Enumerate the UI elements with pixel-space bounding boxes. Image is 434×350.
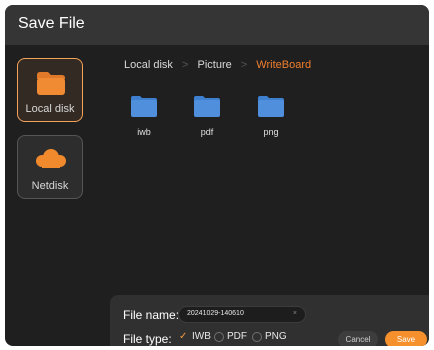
- breadcrumb-separator-icon: >: [181, 59, 189, 71]
- filename-label: File name:: [123, 308, 180, 322]
- checkmark-icon: ✓: [179, 331, 188, 342]
- breadcrumb-item-picture[interactable]: Picture: [197, 59, 231, 71]
- breadcrumb-current: WriteBoard: [256, 59, 312, 71]
- breadcrumb-item-local-disk[interactable]: Local disk: [124, 59, 173, 71]
- sidebar-item-label: Local disk: [25, 103, 75, 115]
- filename-input[interactable]: 20241029-140610 ×: [178, 306, 306, 323]
- sidebar-item-local-disk[interactable]: Local disk: [17, 58, 83, 122]
- filename-value: 20241029-140610: [187, 310, 244, 317]
- folder-item-png[interactable]: png: [251, 95, 291, 151]
- radio-icon: [214, 332, 224, 342]
- radio-icon: [252, 332, 262, 342]
- cancel-button[interactable]: Cancel: [338, 331, 378, 346]
- folder-icon: [194, 96, 220, 117]
- sidebar-item-netdisk[interactable]: Netdisk: [17, 135, 83, 199]
- sidebar-item-label: Netdisk: [31, 180, 69, 192]
- cloud-icon: [33, 148, 69, 175]
- breadcrumb-separator-icon: >: [240, 59, 248, 71]
- breadcrumb: Local disk > Picture > WriteBoard: [124, 59, 311, 71]
- folder-icon: [131, 96, 157, 117]
- clear-icon[interactable]: ×: [293, 310, 297, 317]
- folder-icon: [258, 96, 284, 117]
- save-file-dialog: Save File Local disk Netdisk Local disk …: [5, 5, 429, 346]
- folder-label: pdf: [200, 127, 214, 137]
- save-button[interactable]: Save: [385, 331, 427, 346]
- title-bar: Save File: [5, 5, 429, 45]
- folder-item-iwb[interactable]: iwb: [124, 95, 164, 151]
- filetype-option-label: PDF: [227, 331, 247, 342]
- filetype-option-label: PNG: [265, 331, 287, 342]
- filetype-label: File type:: [123, 332, 172, 346]
- save-options-panel: File name: 20241029-140610 × File type: …: [110, 295, 429, 346]
- folder-label: iwb: [137, 127, 151, 137]
- folder-icon: [36, 69, 66, 102]
- folder-item-pdf[interactable]: pdf: [187, 95, 227, 151]
- filetype-option-label: IWB: [192, 331, 211, 342]
- dialog-title: Save File: [18, 15, 85, 32]
- folder-label: png: [263, 127, 279, 137]
